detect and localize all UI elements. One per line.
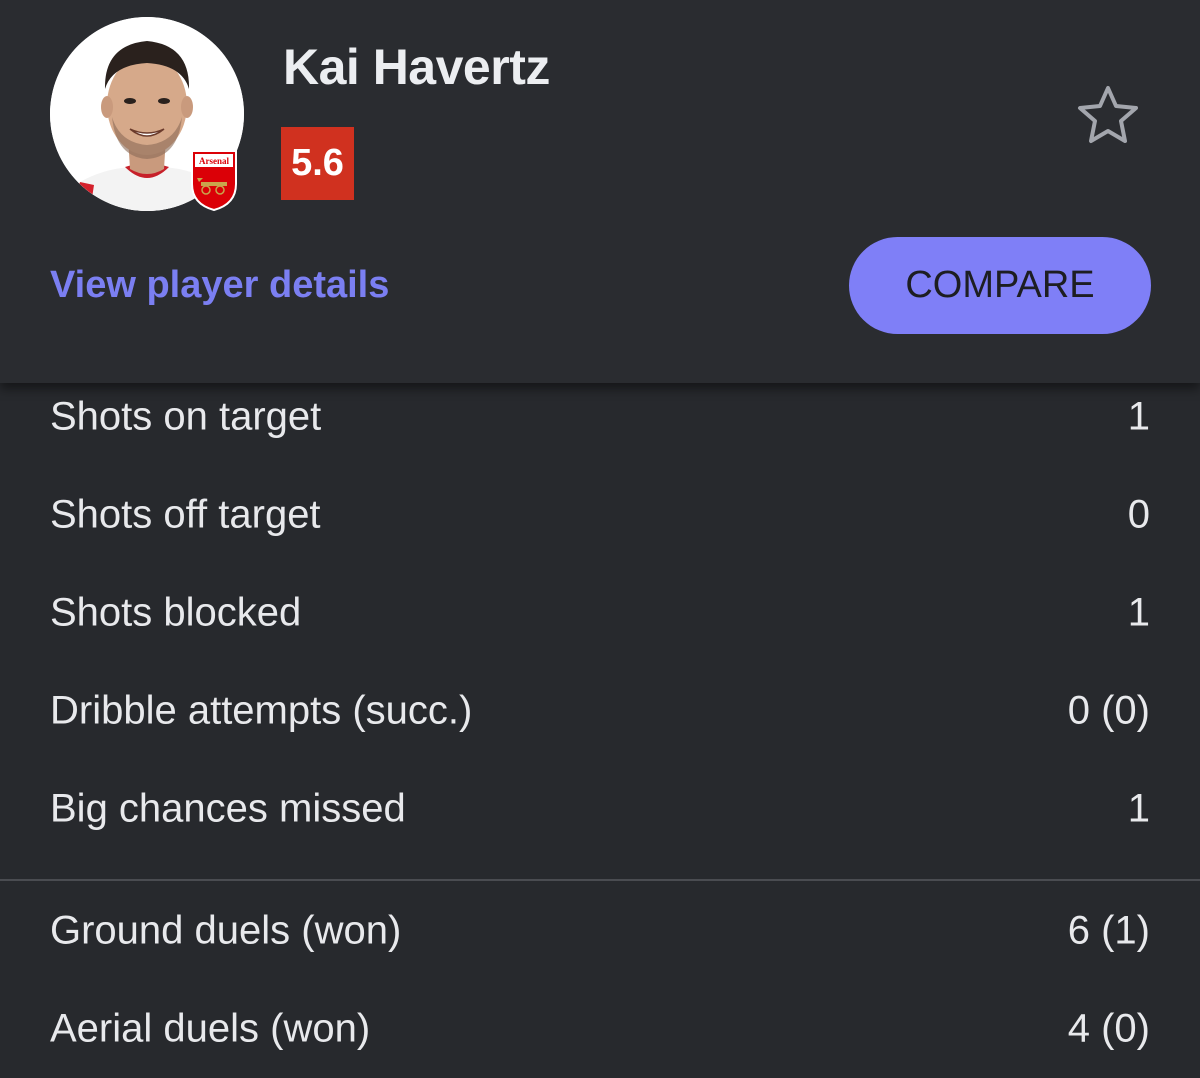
stat-label: Big chances missed xyxy=(50,786,406,831)
stat-row-dribble-attempts: Dribble attempts (succ.) 0 (0) xyxy=(0,662,1200,760)
stat-label: Shots off target xyxy=(50,492,321,537)
stat-label: Shots blocked xyxy=(50,590,302,635)
stat-row-ground-duels: Ground duels (won) 6 (1) xyxy=(0,882,1200,980)
stat-label: Ground duels (won) xyxy=(50,908,402,953)
player-header: Arsenal Kai Havertz 5.6 View player deta… xyxy=(0,0,1200,383)
stat-row-aerial-duels: Aerial duels (won) 4 (0) xyxy=(0,980,1200,1078)
svg-text:Arsenal: Arsenal xyxy=(199,156,229,166)
star-outline-icon[interactable] xyxy=(1076,84,1140,146)
stat-row-big-chances-missed: Big chances missed 1 xyxy=(0,760,1200,858)
stat-label: Aerial duels (won) xyxy=(50,1006,371,1051)
player-name: Kai Havertz xyxy=(283,39,550,95)
compare-button[interactable]: COMPARE xyxy=(849,237,1151,334)
view-player-details-link[interactable]: View player details xyxy=(50,264,389,307)
stat-label: Shots on target xyxy=(50,394,322,439)
stat-row-shots-blocked: Shots blocked 1 xyxy=(0,564,1200,662)
section-divider xyxy=(0,879,1200,881)
stat-value: 1 xyxy=(1127,786,1150,831)
stat-value: 0 (0) xyxy=(1067,688,1150,733)
stat-value: 1 xyxy=(1127,394,1150,439)
stat-value: 4 (0) xyxy=(1067,1006,1150,1051)
stat-value: 1 xyxy=(1127,590,1150,635)
stat-row-shots-off-target: Shots off target 0 xyxy=(0,466,1200,564)
arsenal-crest-icon: Arsenal xyxy=(189,148,239,212)
rating-badge: 5.6 xyxy=(281,127,354,200)
stat-value: 0 xyxy=(1127,492,1150,537)
stat-label: Dribble attempts (succ.) xyxy=(50,688,473,733)
stat-value: 6 (1) xyxy=(1067,908,1150,953)
